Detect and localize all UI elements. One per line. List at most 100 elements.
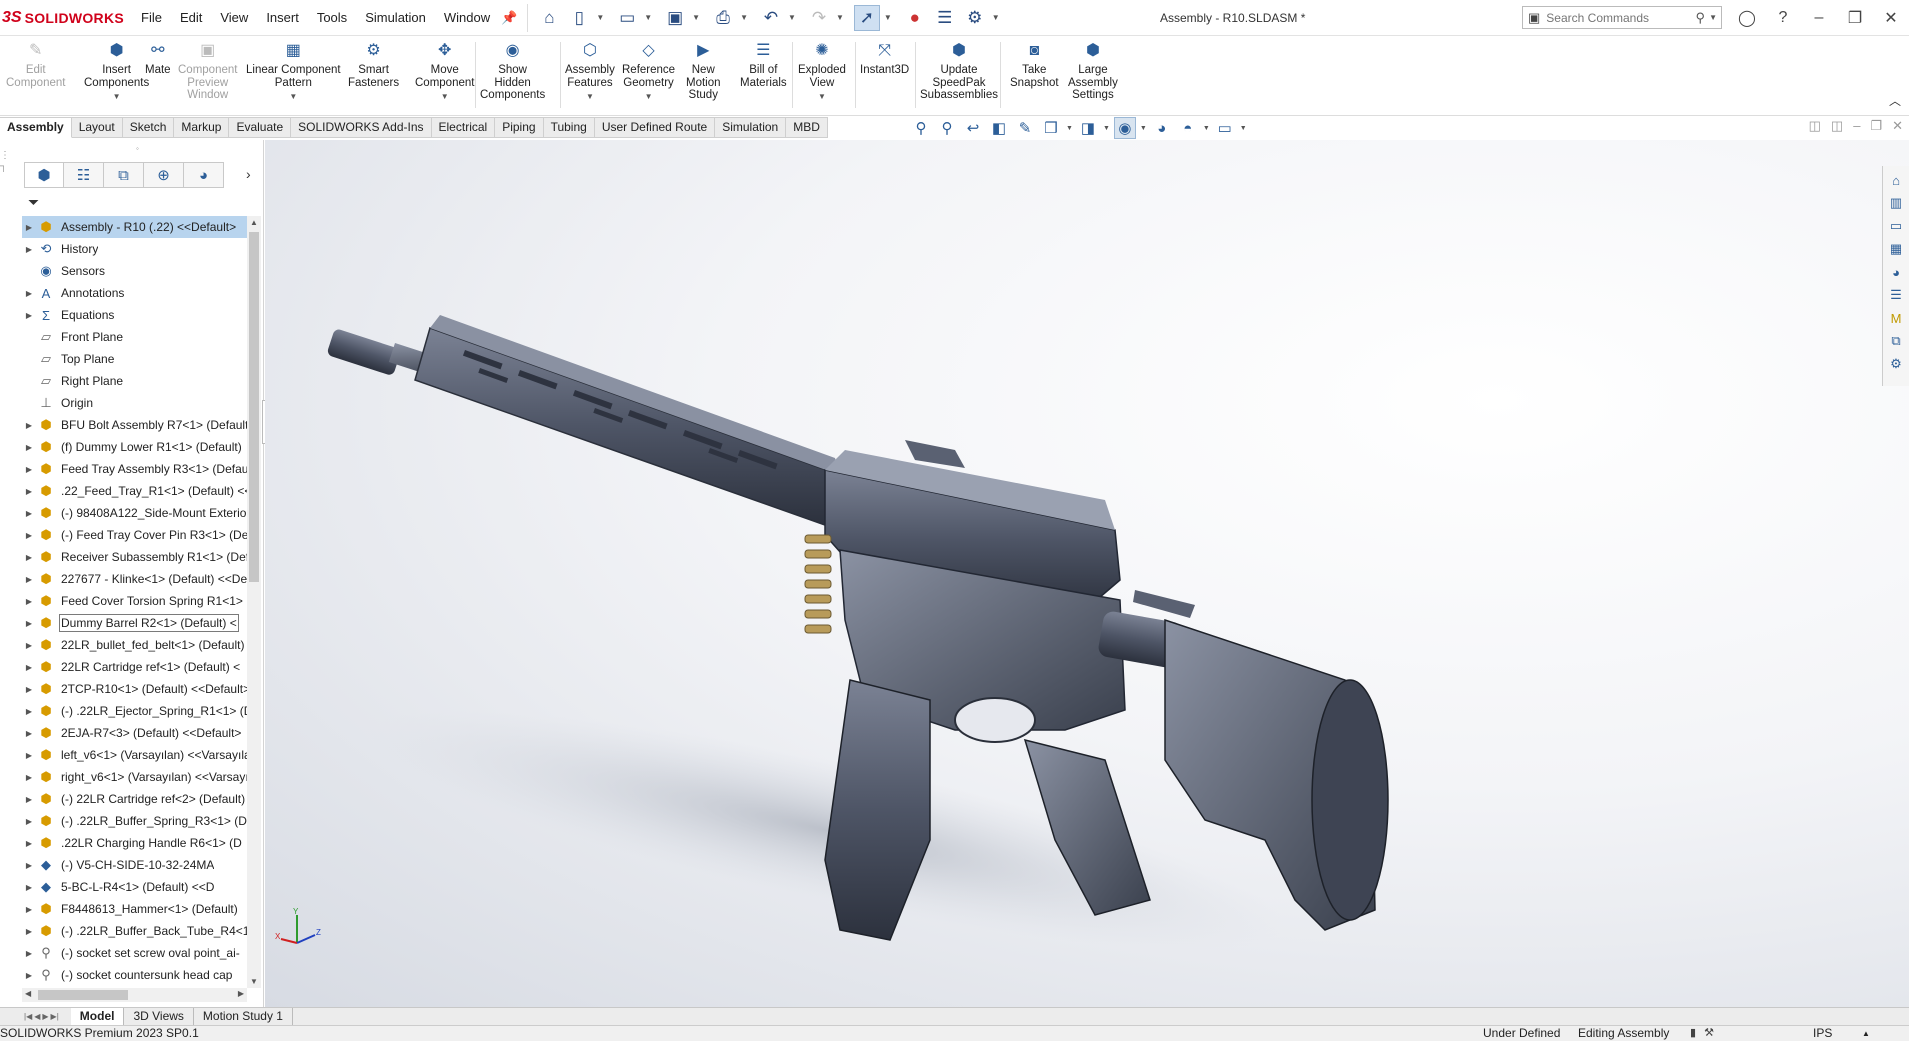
- tree-item[interactable]: ▶ ⬢ Dummy Barrel R2<1> (Default) <: [22, 612, 247, 634]
- tree-item[interactable]: ▶ ⬢ Assembly - R10 (.22) <<Default>: [22, 216, 247, 238]
- expand-arrow-icon[interactable]: ▶: [22, 817, 36, 826]
- configuration-manager-tab-icon[interactable]: ⧉: [104, 162, 144, 188]
- tab-markup[interactable]: Markup: [174, 117, 230, 138]
- edit-component-button[interactable]: ✎ Edit Component: [6, 40, 65, 89]
- new-motion-study-button[interactable]: ▶ New Motion Study: [686, 40, 721, 102]
- pin-menu-icon[interactable]: 📌: [501, 10, 517, 26]
- tree-item[interactable]: ▶ ⬢ 2TCP-R10<1> (Default) <<Default>: [22, 678, 247, 700]
- rifle-assembly-model[interactable]: [265, 140, 1909, 1007]
- move-component-button[interactable]: ✥ Move Component ▼: [415, 40, 474, 104]
- mate-button[interactable]: ⚯ Mate: [145, 40, 171, 77]
- expand-arrow-icon[interactable]: ▶: [22, 839, 36, 848]
- tree-item[interactable]: ▶ Σ Equations: [22, 304, 247, 326]
- tree-item[interactable]: ▶ ⬢ left_v6<1> (Varsayılan) <<Varsayılan>: [22, 744, 247, 766]
- tab-layout[interactable]: Layout: [71, 117, 123, 138]
- collapse-ribbon-icon[interactable]: ︿: [1889, 92, 1901, 109]
- component-preview-window-button[interactable]: ▣ Component Preview Window: [178, 40, 237, 102]
- expand-arrow-icon[interactable]: ▶: [22, 861, 36, 870]
- tile-left-icon[interactable]: ◫: [1809, 118, 1821, 134]
- scroll-left-icon[interactable]: ◀: [25, 989, 31, 998]
- tree-item[interactable]: ▶ ⟲ History: [22, 238, 247, 260]
- chevron-down-icon[interactable]: ▼: [596, 13, 604, 22]
- expand-arrow-icon[interactable]: ▶: [22, 465, 36, 474]
- scroll-down-icon[interactable]: ▼: [250, 977, 258, 986]
- tree-item[interactable]: ▶ ⬢ BFU Bolt Assembly R7<1> (Default): [22, 414, 247, 436]
- chevron-down-icon[interactable]: ▼: [1103, 125, 1110, 132]
- tree-item[interactable]: ▶ ⬢ (-) 98408A122_Side-Mount Exterior: [22, 502, 247, 524]
- file-explorer-icon[interactable]: ▭: [1886, 216, 1906, 236]
- expand-arrow-icon[interactable]: ▶: [22, 289, 36, 298]
- expand-arrow-icon[interactable]: ▶: [22, 685, 36, 694]
- help-icon[interactable]: ?: [1765, 9, 1801, 27]
- bill-of-materials-button[interactable]: ☰ Bill of Materials: [740, 40, 787, 89]
- tree-item[interactable]: ▶ ◆ 5-BC-L-R4<1> (Default) <<D: [22, 876, 247, 898]
- edit-appearance-icon[interactable]: ◕: [1151, 117, 1173, 139]
- expand-arrow-icon[interactable]: ▶: [22, 751, 36, 760]
- tree-item[interactable]: ▶ ⚲ (-) socket countersunk head cap: [22, 964, 247, 986]
- chevron-down-icon[interactable]: ▼: [884, 13, 892, 22]
- tree-item[interactable]: ▶⊥Origin: [22, 392, 247, 414]
- assembly-features-button[interactable]: ⬡ Assembly Features ▼: [565, 40, 615, 104]
- tree-item[interactable]: ▶ ⬢ 22LR_bullet_fed_belt<1> (Default): [22, 634, 247, 656]
- menu-file[interactable]: File: [132, 0, 171, 36]
- tools-status-icon[interactable]: ⚒: [1704, 1026, 1714, 1041]
- search-input[interactable]: [1546, 10, 1687, 25]
- design-library-icon[interactable]: ▥: [1886, 193, 1906, 213]
- unit-system[interactable]: IPS: [1813, 1026, 1832, 1041]
- show-hidden-components-button[interactable]: ◉ Show Hidden Components: [480, 40, 545, 102]
- expand-arrow-icon[interactable]: ▶: [22, 575, 36, 584]
- expand-arrow-icon[interactable]: ▶: [22, 971, 36, 980]
- menu-window[interactable]: Window: [435, 0, 499, 36]
- tree-item[interactable]: ▶ ⬢ F8448613_Hammer<1> (Default): [22, 898, 247, 920]
- expand-arrow-icon[interactable]: ▶: [22, 597, 36, 606]
- scroll-thumb[interactable]: [249, 232, 259, 582]
- chevron-down-icon[interactable]: ▼: [818, 91, 826, 104]
- expand-arrow-icon[interactable]: ▶: [22, 949, 36, 958]
- chevron-down-icon[interactable]: ▼: [788, 13, 796, 22]
- tree-item[interactable]: ▶ ⬢ Feed Tray Assembly R3<1> (Default): [22, 458, 247, 480]
- account-icon[interactable]: ◯: [1729, 8, 1765, 28]
- first-tab-icon[interactable]: |◀: [24, 1012, 32, 1021]
- tree-item[interactable]: ▶ ⬢ (-) .22LR_Buffer_Spring_R3<1> (D: [22, 810, 247, 832]
- expand-arrow-icon[interactable]: ▶: [22, 421, 36, 430]
- print-icon[interactable]: ⎙: [710, 5, 736, 31]
- last-tab-icon[interactable]: ▶|: [51, 1012, 59, 1021]
- expand-arrow-icon[interactable]: ▶: [22, 707, 36, 716]
- feature-manager-tab-icon[interactable]: ⬢: [24, 162, 64, 188]
- tree-item[interactable]: ▶ ⬢ 2EJA-R7<3> (Default) <<Default>: [22, 722, 247, 744]
- expand-arrow-icon[interactable]: ▶: [22, 223, 36, 232]
- tree-item[interactable]: ▶ ⬢ (-) .22LR_Buffer_Back_Tube_R4<1: [22, 920, 247, 942]
- expand-arrow-icon[interactable]: ▶: [22, 487, 36, 496]
- display-style-icon[interactable]: ◨: [1077, 117, 1099, 139]
- tab-mbd[interactable]: MBD: [786, 117, 828, 138]
- chevron-down-icon[interactable]: ▼: [644, 13, 652, 22]
- viewport-restore-icon[interactable]: ❐: [1870, 118, 1882, 134]
- search-commands[interactable]: ▣ ⚲ ▼: [1522, 6, 1722, 29]
- chevron-up-icon[interactable]: ▲: [1862, 1026, 1870, 1041]
- insert-components-button[interactable]: ⬢ Insert Components ▼: [84, 40, 149, 104]
- tree-item[interactable]: ▶ ⬢ Receiver Subassembly R1<1> (Default): [22, 546, 247, 568]
- menu-edit[interactable]: Edit: [171, 0, 211, 36]
- custom-properties-icon[interactable]: ☰: [1886, 285, 1906, 305]
- chevron-down-icon[interactable]: ▼: [1709, 13, 1717, 22]
- new-document-icon[interactable]: ▯: [566, 5, 592, 31]
- appearances-scenes-icon[interactable]: ◕: [1886, 262, 1906, 282]
- solidworks-forum-icon[interactable]: ⚙: [1886, 354, 1906, 374]
- zoom-to-fit-icon[interactable]: ⚲: [910, 117, 932, 139]
- tab-evaluate[interactable]: Evaluate: [229, 117, 292, 138]
- expand-arrow-icon[interactable]: ▶: [22, 663, 36, 672]
- tab-assembly[interactable]: Assembly: [0, 117, 72, 138]
- panel-tabs-next-icon[interactable]: ›: [246, 166, 251, 182]
- mcmaster-icon[interactable]: M: [1886, 308, 1906, 328]
- section-view-icon[interactable]: ◧: [988, 117, 1010, 139]
- chevron-down-icon[interactable]: ▼: [992, 13, 1000, 22]
- dimxpert-manager-tab-icon[interactable]: ⊕: [144, 162, 184, 188]
- scroll-thumb[interactable]: [38, 990, 128, 1000]
- view-orientation-icon[interactable]: ❒: [1040, 117, 1062, 139]
- tab-tubing[interactable]: Tubing: [543, 117, 595, 138]
- view-palette-icon[interactable]: ▦: [1886, 239, 1906, 259]
- graphics-viewport[interactable]: Y X Z: [265, 140, 1909, 1007]
- property-manager-tab-icon[interactable]: ☷: [64, 162, 104, 188]
- expand-arrow-icon[interactable]: ▶: [22, 905, 36, 914]
- exploded-view-button[interactable]: ✺ Exploded View ▼: [798, 40, 846, 104]
